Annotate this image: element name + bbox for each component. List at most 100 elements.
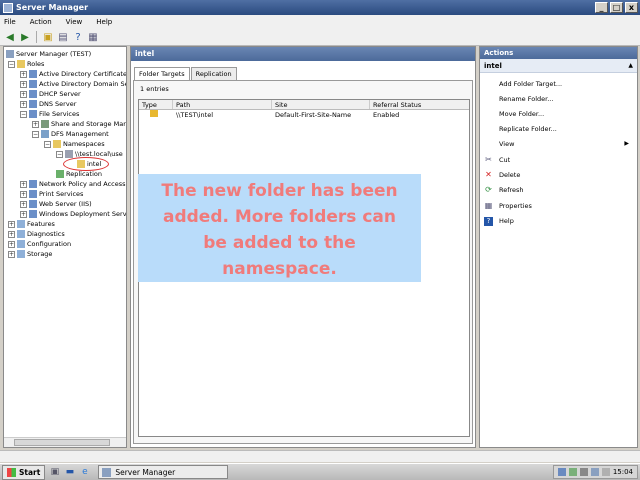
action-refresh[interactable]: ⟳ Refresh xyxy=(484,184,523,196)
tree-item-dfs-management[interactable]: − DFS Management xyxy=(32,129,109,139)
tree-item-ad-domain[interactable]: + Active Directory Domain Se xyxy=(20,79,127,89)
back-icon[interactable]: ◀ xyxy=(4,31,16,43)
tree-item-web-server[interactable]: + Web Server (IIS) xyxy=(20,199,92,209)
expand-icon[interactable]: + xyxy=(8,250,15,258)
expand-icon[interactable]: + xyxy=(8,230,15,238)
tree-item-file-services[interactable]: − File Services xyxy=(20,109,79,119)
namespace-icon xyxy=(65,150,73,158)
tree-item-share-storage[interactable]: + Share and Storage Mar xyxy=(32,119,126,129)
menu-file[interactable]: File xyxy=(4,18,16,26)
action-add-folder-target[interactable]: Add Folder Target... xyxy=(499,78,562,90)
expand-icon[interactable]: + xyxy=(20,80,27,88)
scrollbar-thumb[interactable] xyxy=(14,439,110,446)
collapse-icon[interactable]: − xyxy=(8,60,15,68)
network-icon[interactable] xyxy=(557,468,566,476)
details-header: intel xyxy=(131,47,475,61)
tree-item-roles[interactable]: − Roles xyxy=(8,59,44,69)
column-site[interactable]: Site xyxy=(272,100,370,109)
menu-help[interactable]: Help xyxy=(96,18,112,26)
tree-item-features[interactable]: + Features xyxy=(8,219,55,229)
tab-folder-targets[interactable]: Folder Targets xyxy=(134,67,190,80)
tree-item-dhcp[interactable]: + DHCP Server xyxy=(20,89,81,99)
callout-line: namespace. xyxy=(222,259,337,279)
tray-app-icon[interactable] xyxy=(568,468,577,476)
action-move-folder[interactable]: Move Folder... xyxy=(499,108,544,120)
tree-horizontal-scrollbar[interactable] xyxy=(4,437,126,447)
internet-explorer-icon[interactable]: e xyxy=(79,467,90,478)
server-icon xyxy=(6,50,14,58)
tab-replication[interactable]: Replication xyxy=(190,67,237,80)
tree-item-server-manager[interactable]: Server Manager (TEST) xyxy=(6,49,91,59)
maximize-button[interactable]: □ xyxy=(610,2,623,13)
powershell-quicklaunch-icon[interactable]: ▬ xyxy=(64,467,75,478)
folder-icon xyxy=(17,60,25,68)
collapse-icon[interactable]: − xyxy=(56,150,63,158)
tree-item-wds[interactable]: + Windows Deployment Serv xyxy=(20,209,126,219)
column-path[interactable]: Path xyxy=(173,100,272,109)
help-icon[interactable]: ? xyxy=(72,31,84,43)
actions-subheader-label: intel xyxy=(484,62,502,70)
forward-icon[interactable]: ▶ xyxy=(19,31,31,43)
role-icon xyxy=(29,90,37,98)
toolbar: ◀ ▶ ▣ ▤ ? ▦ xyxy=(0,29,640,46)
volume-icon[interactable] xyxy=(579,468,588,476)
dfs-icon xyxy=(41,130,49,138)
tree-item-storage[interactable]: + Storage xyxy=(8,249,52,259)
expand-icon[interactable]: + xyxy=(20,70,27,78)
start-button[interactable]: Start xyxy=(2,464,46,480)
expand-icon[interactable]: + xyxy=(20,90,27,98)
collapse-caret-icon[interactable]: ▲ xyxy=(628,59,633,73)
expand-icon[interactable]: + xyxy=(8,220,15,228)
expand-icon[interactable]: + xyxy=(32,120,39,128)
expand-icon[interactable]: + xyxy=(20,210,27,218)
action-help[interactable]: ? Help xyxy=(484,215,514,227)
menu-view[interactable]: View xyxy=(66,18,83,26)
tree-item-label: Web Server (IIS) xyxy=(39,200,92,208)
role-icon xyxy=(29,210,37,218)
expand-icon[interactable]: + xyxy=(20,190,27,198)
tree-item-label: Roles xyxy=(27,60,45,68)
tree-item-configuration[interactable]: + Configuration xyxy=(8,239,71,249)
tree-item-print-services[interactable]: + Print Services xyxy=(20,189,83,199)
expand-icon[interactable]: + xyxy=(20,100,27,108)
server-manager-app-icon xyxy=(3,2,13,13)
action-properties[interactable]: ▦ Properties xyxy=(484,200,532,212)
clock[interactable]: 15:04 xyxy=(613,468,633,476)
action-cut[interactable]: ✂ Cut xyxy=(484,154,510,166)
table-row[interactable]: \\TEST\intel Default-First-Site-Name Ena… xyxy=(139,110,469,121)
tree-item-namespaces[interactable]: − Namespaces xyxy=(44,139,105,149)
up-icon[interactable]: ▣ xyxy=(42,31,54,43)
server-manager-quicklaunch-icon[interactable]: ▣ xyxy=(49,467,60,478)
action-rename-folder[interactable]: Rename Folder... xyxy=(499,93,553,105)
collapse-icon[interactable]: − xyxy=(20,110,27,118)
expand-icon[interactable]: + xyxy=(20,200,27,208)
minimize-button[interactable]: _ xyxy=(595,2,608,13)
collapse-icon[interactable]: − xyxy=(32,130,39,138)
column-type[interactable]: Type xyxy=(139,100,173,109)
action-properties-label: Properties xyxy=(499,202,532,210)
collapse-icon[interactable]: − xyxy=(44,140,51,148)
show-hide-tree-icon[interactable]: ▤ xyxy=(57,31,69,43)
close-button[interactable]: x xyxy=(625,2,638,13)
expand-icon[interactable]: + xyxy=(8,240,15,248)
tree-item-dns[interactable]: + DNS Server xyxy=(20,99,76,109)
tree-item-label: Active Directory Domain Se xyxy=(39,80,127,88)
action-view[interactable]: View ▶ xyxy=(499,138,634,150)
menu-action[interactable]: Action xyxy=(30,18,52,26)
tree-item-ad-certificate[interactable]: + Active Directory Certificate xyxy=(20,69,126,79)
column-referral-status[interactable]: Referral Status xyxy=(370,100,469,109)
action-replicate-folder[interactable]: Replicate Folder... xyxy=(499,123,557,135)
actions-subheader[interactable]: intel ▲ xyxy=(480,59,637,73)
tray-app-icon[interactable] xyxy=(601,468,610,476)
tree-item-label: Server Manager (TEST) xyxy=(16,50,92,58)
tray-app-icon[interactable] xyxy=(590,468,599,476)
taskbar-server-manager[interactable]: Server Manager xyxy=(98,465,229,479)
properties-icon[interactable]: ▦ xyxy=(87,31,99,43)
path-cell: \\TEST\intel xyxy=(176,111,214,119)
taskbar-task-label: Server Manager xyxy=(115,467,176,477)
details-tabs: Folder Targets Replication xyxy=(134,67,238,80)
tree-item-network-policy[interactable]: + Network Policy and Access xyxy=(20,179,126,189)
expand-icon[interactable]: + xyxy=(20,180,27,188)
action-delete[interactable]: ✕ Delete xyxy=(484,169,520,181)
tree-item-diagnostics[interactable]: + Diagnostics xyxy=(8,229,65,239)
